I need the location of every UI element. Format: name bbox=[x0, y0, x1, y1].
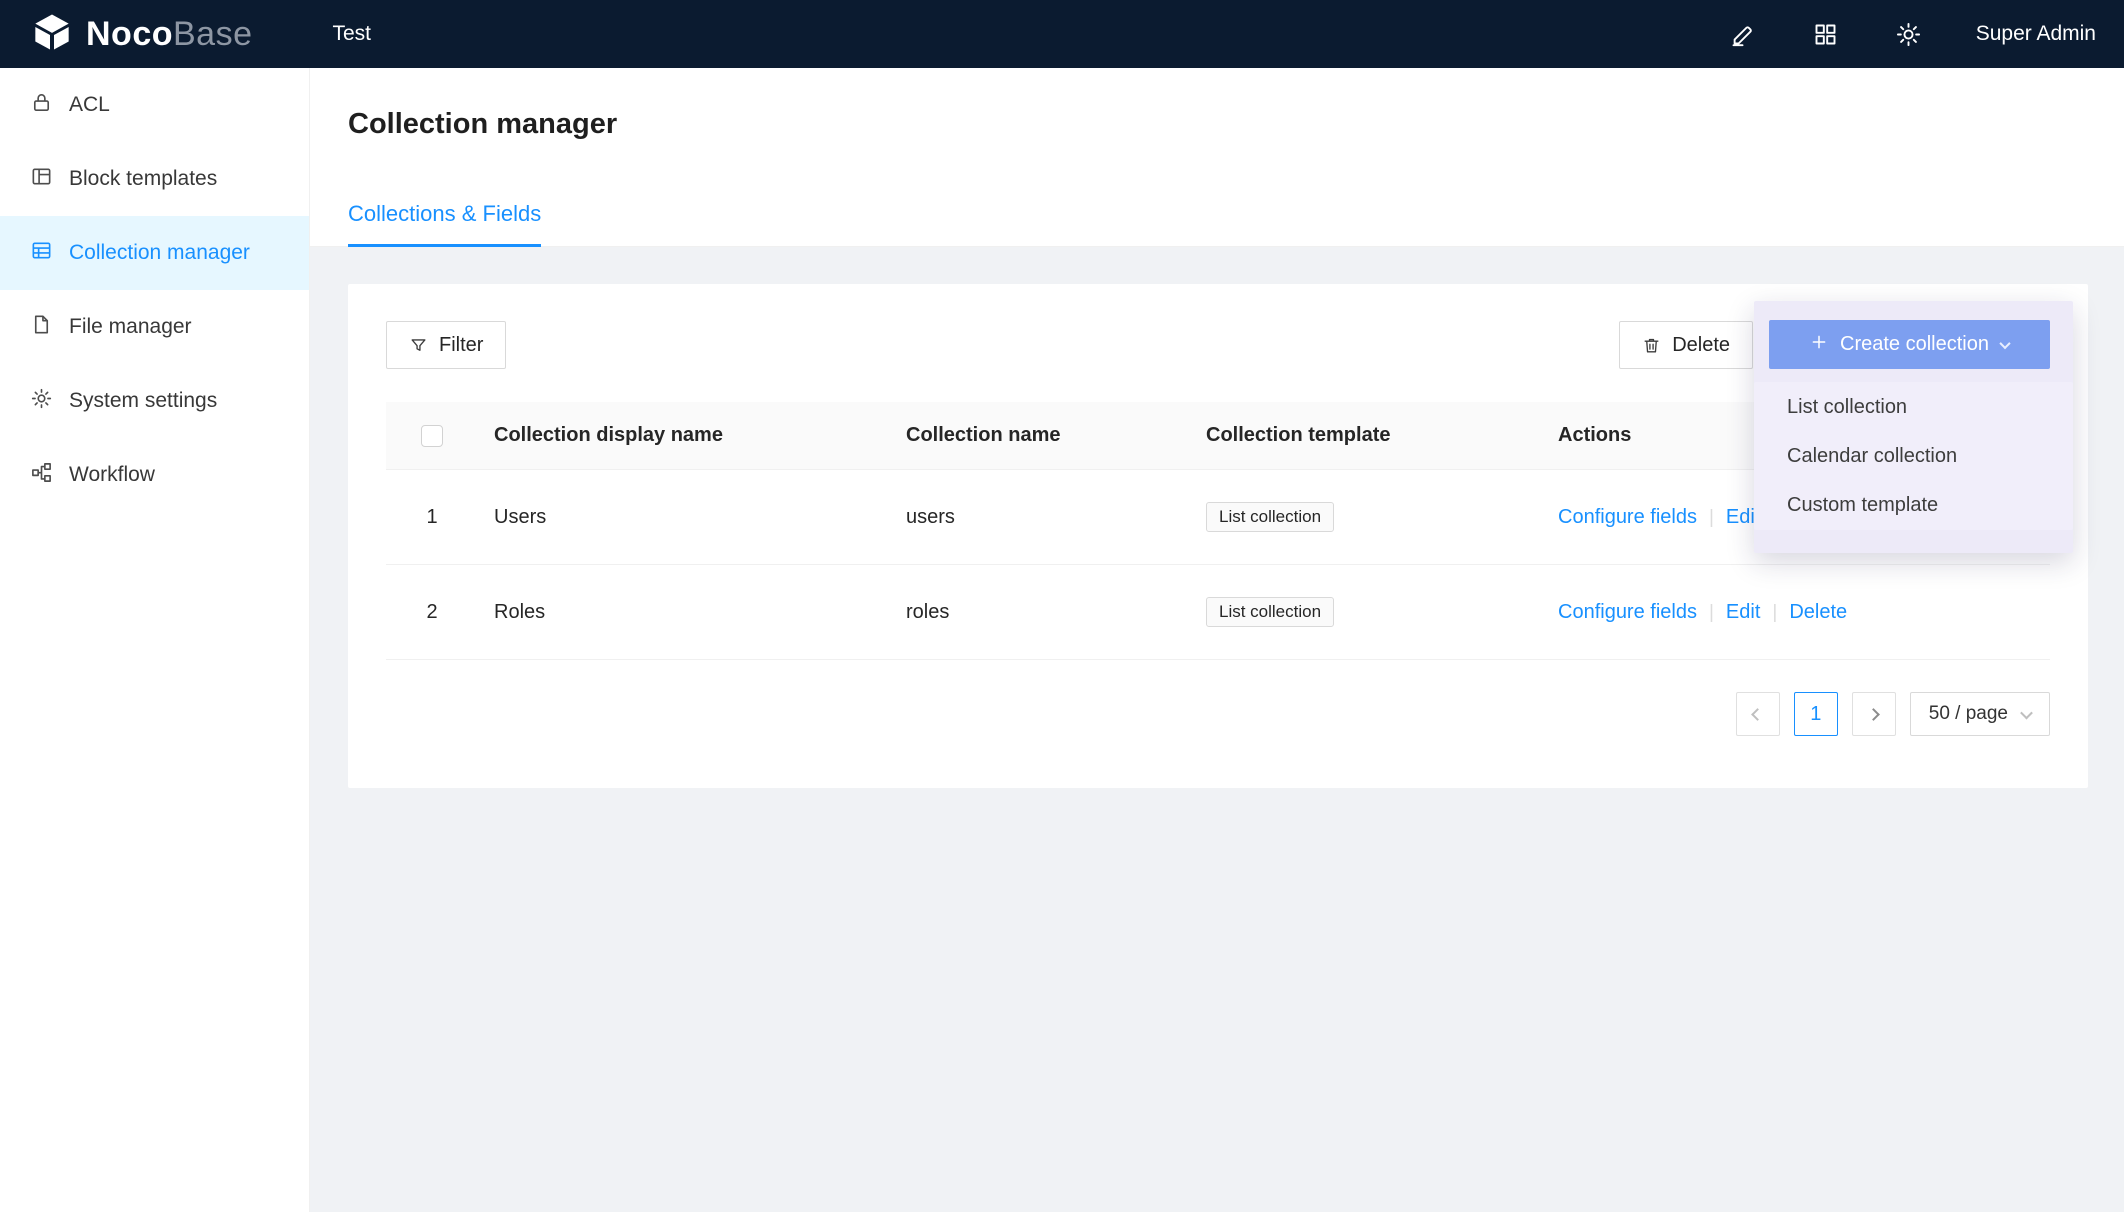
page-header: Collection manager Collections & Fields bbox=[310, 68, 2124, 247]
action-divider: | bbox=[1709, 602, 1714, 623]
nocobase-admin-screen: NocoBase Test bbox=[0, 0, 2124, 1212]
plus-icon bbox=[1810, 333, 1828, 357]
row-index: 1 bbox=[386, 470, 478, 565]
nocobase-logo[interactable]: NocoBase bbox=[30, 12, 253, 57]
sidebar-item-label: Workflow bbox=[69, 463, 155, 487]
delete-button-label: Delete bbox=[1672, 334, 1730, 357]
collection-table-icon bbox=[30, 239, 53, 268]
col-header-collection-name: Collection name bbox=[890, 402, 1190, 470]
menu-item-custom-template[interactable]: Custom template bbox=[1754, 481, 2073, 530]
row-collection-name: roles bbox=[890, 565, 1190, 660]
create-collection-label: Create collection bbox=[1840, 333, 1989, 356]
delete-button[interactable]: Delete bbox=[1619, 321, 1753, 369]
apps-icon[interactable] bbox=[1812, 21, 1839, 48]
logo-text: NocoBase bbox=[86, 15, 253, 54]
user-menu[interactable]: Super Admin bbox=[1976, 22, 2096, 46]
row-index: 2 bbox=[386, 565, 478, 660]
configure-fields-link[interactable]: Configure fields bbox=[1558, 506, 1697, 528]
sidebar-item-label: Collection manager bbox=[69, 241, 250, 265]
lock-icon bbox=[30, 91, 53, 120]
row-display-name: Users bbox=[478, 470, 890, 565]
row-display-name: Roles bbox=[478, 565, 890, 660]
page-title: Collection manager bbox=[348, 108, 617, 141]
select-all-checkbox[interactable] bbox=[421, 425, 443, 447]
table-row: 2 Roles roles List collection Configure … bbox=[386, 565, 2050, 660]
topbar-menu: Test bbox=[323, 0, 382, 68]
topbar: NocoBase Test bbox=[0, 0, 2124, 68]
chevron-right-icon bbox=[1867, 708, 1880, 721]
sidebar-item-label: File manager bbox=[69, 315, 192, 339]
sidebar-item-system-settings[interactable]: System settings bbox=[0, 364, 309, 438]
settings-gear-icon[interactable] bbox=[1895, 21, 1922, 48]
page-size-value: 50 / page bbox=[1929, 703, 2008, 725]
trash-icon bbox=[1642, 336, 1661, 355]
topbar-menu-item-test[interactable]: Test bbox=[323, 0, 382, 68]
create-collection-button[interactable]: Create collection bbox=[1769, 320, 2050, 369]
sidebar-item-block-templates[interactable]: Block templates bbox=[0, 142, 309, 216]
row-actions: Configure fields | Edit | Delete bbox=[1542, 565, 2050, 660]
edit-link[interactable]: Edit bbox=[1726, 601, 1760, 623]
topbar-icons bbox=[1729, 21, 1922, 48]
prev-page-button[interactable] bbox=[1736, 692, 1780, 736]
sidebar-item-file-manager[interactable]: File manager bbox=[0, 290, 309, 364]
layout-icon bbox=[30, 165, 53, 194]
cube-logo-icon bbox=[30, 12, 74, 57]
sidebar-item-acl[interactable]: ACL bbox=[0, 68, 309, 142]
menu-item-list-collection[interactable]: List collection bbox=[1754, 383, 2073, 432]
delete-link[interactable]: Delete bbox=[1789, 601, 1847, 623]
gear-icon bbox=[30, 387, 53, 416]
action-divider: | bbox=[1772, 602, 1777, 623]
page-size-select[interactable]: 50 / page bbox=[1910, 692, 2050, 736]
filter-button-label: Filter bbox=[439, 334, 483, 357]
template-tag: List collection bbox=[1206, 502, 1334, 532]
chevron-down-icon bbox=[2020, 706, 2033, 719]
chevron-down-icon bbox=[1999, 337, 2010, 348]
sidebar-item-label: System settings bbox=[69, 389, 217, 413]
chevron-left-icon bbox=[1751, 708, 1764, 721]
file-icon bbox=[30, 313, 53, 342]
filter-funnel-icon bbox=[409, 336, 428, 355]
template-tag: List collection bbox=[1206, 597, 1334, 627]
sidebar-item-label: ACL bbox=[69, 93, 110, 117]
next-page-button[interactable] bbox=[1852, 692, 1896, 736]
pagination: 1 50 / page bbox=[386, 692, 2050, 736]
sidebar-item-collection-manager[interactable]: Collection manager bbox=[0, 216, 309, 290]
col-header-display-name: Collection display name bbox=[478, 402, 890, 470]
highlighter-icon[interactable] bbox=[1729, 21, 1756, 48]
create-collection-menu: List collection Calendar collection Cust… bbox=[1754, 382, 2073, 530]
sidebar-item-workflow[interactable]: Workflow bbox=[0, 438, 309, 512]
filter-button[interactable]: Filter bbox=[386, 321, 506, 369]
page-number-1[interactable]: 1 bbox=[1794, 692, 1838, 736]
configure-fields-link[interactable]: Configure fields bbox=[1558, 601, 1697, 623]
menu-item-calendar-collection[interactable]: Calendar collection bbox=[1754, 432, 2073, 481]
action-divider: | bbox=[1709, 507, 1714, 528]
tab-collections-and-fields[interactable]: Collections & Fields bbox=[348, 201, 541, 247]
sidebar-item-label: Block templates bbox=[69, 167, 217, 191]
row-collection-name: users bbox=[890, 470, 1190, 565]
workflow-icon bbox=[30, 461, 53, 490]
col-header-collection-template: Collection template bbox=[1190, 402, 1542, 470]
sidebar: ACL Block templates Collection manager bbox=[0, 68, 310, 1212]
